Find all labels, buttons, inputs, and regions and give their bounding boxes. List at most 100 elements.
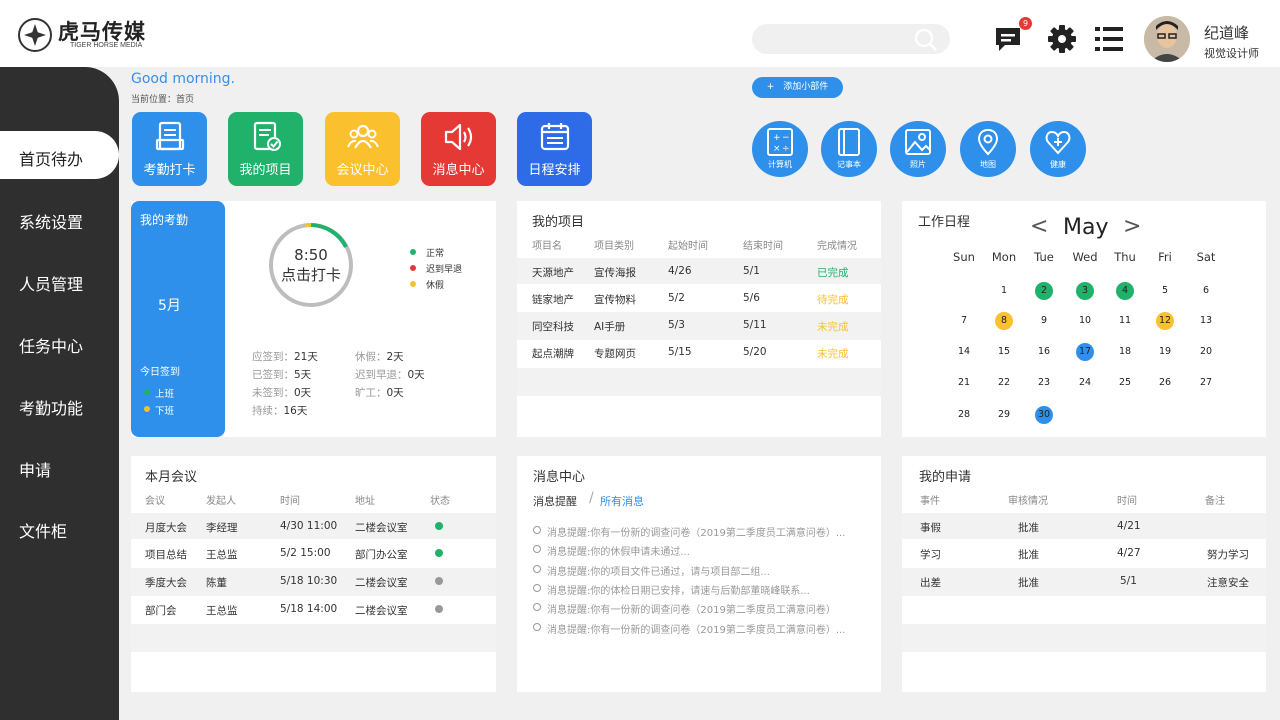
message-item[interactable]: 消息提醒:你的项目文件已通过，请与项目部二组... xyxy=(533,563,770,578)
calendar-day[interactable]: 12 xyxy=(1156,312,1174,330)
calendar-day[interactable]: 13 xyxy=(1197,312,1215,330)
calendar-day[interactable]: 26 xyxy=(1156,374,1174,392)
message-item[interactable]: 消息提醒:你有一份新的调查问卷（2019第二季度员工满意问卷） xyxy=(533,601,836,616)
calendar-day[interactable]: 17 xyxy=(1076,343,1094,361)
applications-col-time: 时间 xyxy=(1117,496,1137,507)
calendar-day[interactable]: 20 xyxy=(1197,343,1215,361)
calendar-day[interactable]: 14 xyxy=(955,343,973,361)
tab-message-reminders[interactable]: 消息提醒 xyxy=(533,493,577,509)
project-start: 4/26 xyxy=(668,265,692,277)
document-icon xyxy=(155,121,185,151)
calendar-day[interactable]: 30 xyxy=(1035,406,1053,424)
attendance-side-panel xyxy=(131,201,225,437)
meeting-host: 王总监 xyxy=(206,605,238,617)
project-type: 宣传物料 xyxy=(594,294,636,306)
tab-all-messages[interactable]: 所有消息 xyxy=(600,493,644,509)
calendar-day[interactable]: 28 xyxy=(955,406,973,424)
legend-late: 迟到早退 xyxy=(426,265,463,275)
prev-month-chevron-icon[interactable]: < xyxy=(1030,214,1048,239)
map-pin-icon xyxy=(977,128,999,156)
widget-calculator[interactable]: + − × ÷ 计算机 xyxy=(752,121,808,177)
message-item[interactable]: 消息提醒:你的休假申请未通过... xyxy=(533,543,690,558)
application-status: 批准 xyxy=(1018,549,1039,561)
gear-icon[interactable] xyxy=(1047,24,1077,58)
calendar-day[interactable]: 15 xyxy=(995,343,1013,361)
project-end: 5/1 xyxy=(743,265,760,277)
stat-should-checkin: 应签到：21天 xyxy=(252,351,318,363)
application-note: 注意安全 xyxy=(1207,577,1249,589)
add-widget-button[interactable]: + 添加小部件 xyxy=(752,77,843,98)
application-time: 4/27 xyxy=(1117,547,1141,559)
calendar-weekday: Thu xyxy=(1114,250,1136,264)
widget-notebook[interactable]: 记事本 xyxy=(821,121,877,177)
calendar-day[interactable]: 29 xyxy=(995,406,1013,424)
calendar-day[interactable]: 4 xyxy=(1116,282,1134,300)
clock-in-label[interactable]: 点击打卡 xyxy=(268,264,354,285)
tab-divider: / xyxy=(589,490,594,506)
next-month-chevron-icon[interactable]: > xyxy=(1123,214,1141,239)
calendar-day[interactable]: 9 xyxy=(1035,312,1053,330)
calendar-day[interactable]: 23 xyxy=(1035,374,1053,392)
message-item[interactable]: 消息提醒:你的体检日期已安排，请速与后勤部董晓峰联系... xyxy=(533,582,810,597)
calendar-day[interactable]: 21 xyxy=(955,374,973,392)
sidebar-item-attendance[interactable]: 考勤功能 xyxy=(19,395,83,419)
sidebar-item-personnel[interactable]: 人员管理 xyxy=(19,271,83,295)
widget-map[interactable]: 地图 xyxy=(960,121,1016,177)
sidebar-item-applications[interactable]: 申请 xyxy=(19,457,51,481)
people-icon xyxy=(347,124,379,149)
list-menu-icon[interactable] xyxy=(1095,26,1123,56)
calendar-day[interactable]: 18 xyxy=(1116,343,1134,361)
calendar-day[interactable]: 3 xyxy=(1076,282,1094,300)
message-item[interactable]: 消息提醒:你有一份新的调查问卷（2019第二季度员工满意问卷）... xyxy=(533,621,845,636)
tile-attendance-clock[interactable]: 考勤打卡 xyxy=(132,112,207,186)
calendar-day[interactable]: 24 xyxy=(1076,374,1094,392)
calendar-day[interactable]: 6 xyxy=(1197,282,1215,300)
message-icon[interactable] xyxy=(994,26,1022,58)
widget-photo[interactable]: 照片 xyxy=(890,121,946,177)
stat-not-checked: 未签到：0天 xyxy=(252,387,312,399)
sidebar-item-system-settings[interactable]: 系统设置 xyxy=(19,209,83,233)
meeting-name: 季度大会 xyxy=(145,577,187,589)
calendar-day[interactable]: 16 xyxy=(1035,343,1053,361)
calendar-day[interactable]: 8 xyxy=(995,312,1013,330)
applications-col-event: 事件 xyxy=(920,496,940,507)
calendar-day[interactable]: 27 xyxy=(1197,374,1215,392)
tile-message-center[interactable]: 消息中心 xyxy=(421,112,496,186)
sidebar-item-home-todo[interactable]: 首页待办 xyxy=(19,146,83,170)
meeting-time: 5/18 14:00 xyxy=(280,603,338,615)
tile-label: 日程安排 xyxy=(528,163,581,178)
table-row[interactable] xyxy=(902,624,1266,652)
projects-col-name: 项目名 xyxy=(532,241,562,252)
calendar-day[interactable]: 5 xyxy=(1156,282,1174,300)
search-icon[interactable] xyxy=(914,28,938,56)
table-row[interactable] xyxy=(902,513,1266,539)
calendar-day[interactable]: 25 xyxy=(1116,374,1134,392)
widget-health[interactable]: 健康 xyxy=(1030,121,1086,177)
calendar-day[interactable]: 7 xyxy=(955,312,973,330)
tile-my-projects[interactable]: 我的项目 xyxy=(228,112,303,186)
tile-schedule[interactable]: 日程安排 xyxy=(517,112,592,186)
calendar-day[interactable]: 19 xyxy=(1156,343,1174,361)
tile-meeting-center[interactable]: 会议中心 xyxy=(325,112,400,186)
user-avatar[interactable] xyxy=(1144,16,1190,62)
sidebar-item-file-cabinet[interactable]: 文件柜 xyxy=(19,518,67,542)
meeting-place: 二楼会议室 xyxy=(355,605,408,617)
widget-label: 地图 xyxy=(980,160,996,169)
message-item[interactable]: 消息提醒:你有一份新的调查问卷（2019第二季度员工满意问卷）... xyxy=(533,524,845,539)
shift-on-label: 上班 xyxy=(155,389,175,400)
table-row[interactable] xyxy=(517,368,881,396)
meeting-status-dot xyxy=(435,549,443,557)
calendar-day[interactable]: 1 xyxy=(995,282,1013,300)
tile-label: 消息中心 xyxy=(432,163,485,178)
calendar-day[interactable]: 11 xyxy=(1116,312,1134,330)
calendar-day[interactable]: 10 xyxy=(1076,312,1094,330)
greeting-text: Good morning. xyxy=(131,71,236,87)
application-time: 5/1 xyxy=(1120,575,1137,587)
meetings-col-status: 状态 xyxy=(430,496,450,507)
application-time: 4/21 xyxy=(1117,520,1141,532)
sidebar-item-tasks[interactable]: 任务中心 xyxy=(19,333,83,357)
legend-normal: 正常 xyxy=(426,249,445,259)
calendar-day[interactable]: 22 xyxy=(995,374,1013,392)
table-row[interactable] xyxy=(131,624,496,652)
calendar-day[interactable]: 2 xyxy=(1035,282,1053,300)
